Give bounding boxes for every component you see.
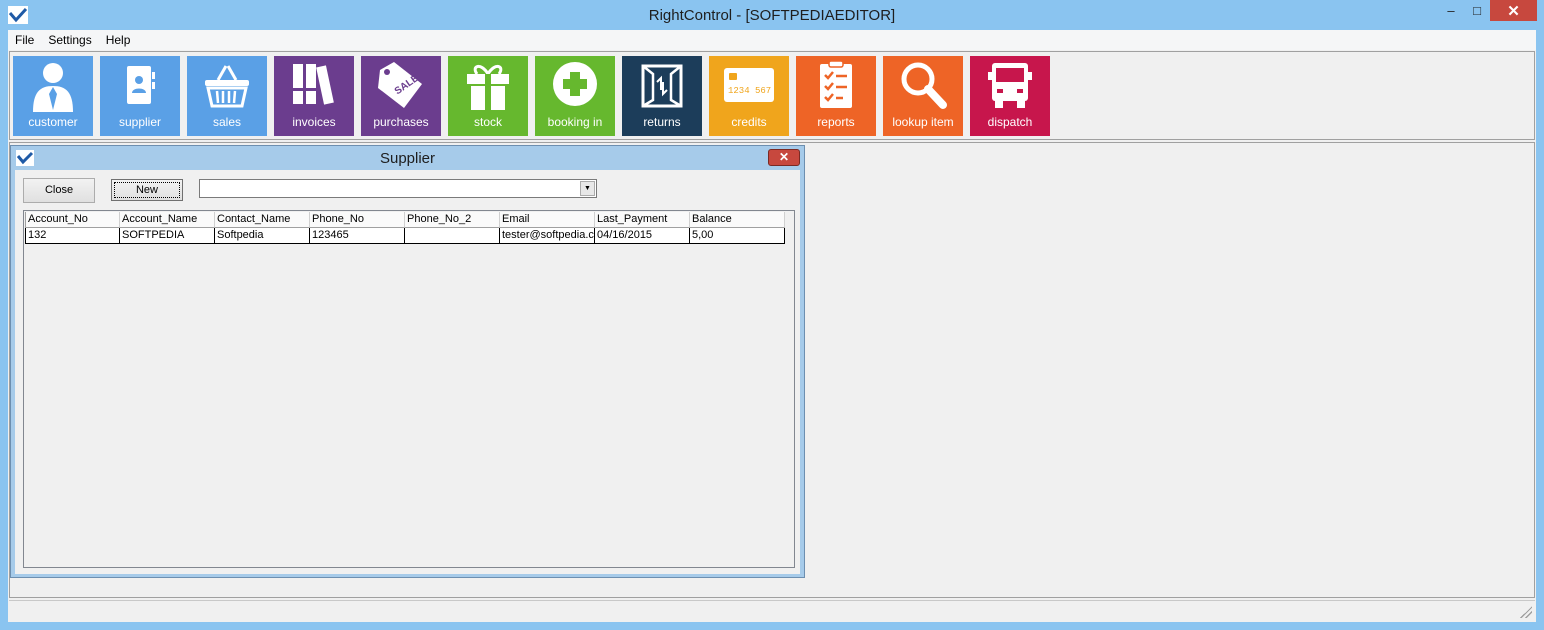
- chevron-down-icon[interactable]: ▼: [580, 181, 595, 196]
- purchases-button[interactable]: SALE purchases: [361, 56, 441, 136]
- box-icon: [641, 64, 683, 108]
- menu-bar: File Settings Help: [8, 30, 1536, 50]
- tile-label: supplier: [118, 115, 162, 129]
- column-header[interactable]: Last_Payment: [595, 212, 690, 228]
- column-header[interactable]: Phone_No: [310, 212, 405, 228]
- window-title: RightControl - [SOFTPEDIAEDITOR]: [648, 7, 896, 24]
- checklist-icon: [820, 60, 852, 108]
- tile-label: booking in: [547, 115, 603, 129]
- stock-button[interactable]: stock: [448, 56, 528, 136]
- new-button[interactable]: New: [111, 179, 183, 201]
- credit-card-icon: 1234 567: [724, 68, 774, 102]
- table-cell[interactable]: 123465: [310, 228, 405, 244]
- supplier-title-bar[interactable]: Supplier ✕: [11, 146, 804, 170]
- plus-circle-icon: [553, 62, 597, 106]
- truck-icon: [988, 63, 1032, 108]
- column-header[interactable]: Account_Name: [120, 212, 215, 228]
- tile-label: credits: [731, 115, 767, 129]
- table-cell[interactable]: SOFTPEDIA: [120, 228, 215, 244]
- tile-label: lookup item: [892, 115, 954, 129]
- tile-label: dispatch: [987, 115, 1033, 129]
- supplier-client: Close New ▼ Account_No Account_Name Cont…: [15, 170, 800, 574]
- close-icon[interactable]: ✕: [1490, 0, 1537, 21]
- table-cell[interactable]: 04/16/2015: [595, 228, 690, 244]
- tile-label: invoices: [292, 115, 336, 129]
- tile-toolbar: customer supplier sales invoices SALE pu…: [9, 51, 1535, 140]
- tile-label: stock: [473, 115, 502, 129]
- customer-button[interactable]: customer: [13, 56, 93, 136]
- menu-help[interactable]: Help: [99, 30, 138, 50]
- minimize-icon[interactable]: –: [1438, 0, 1464, 21]
- maximize-icon[interactable]: □: [1464, 0, 1490, 21]
- supplier-window: Supplier ✕ Close New ▼ Account_No Accoun…: [10, 145, 805, 578]
- table-cell[interactable]: Softpedia: [215, 228, 310, 244]
- tile-label: customer: [28, 115, 78, 129]
- magnifier-icon: [901, 62, 947, 109]
- binders-icon: [293, 64, 334, 105]
- basket-icon: [205, 65, 249, 108]
- status-bar: [9, 600, 1535, 621]
- person-icon: [33, 63, 73, 112]
- svg-text:1234 567: 1234 567: [728, 86, 771, 96]
- credits-button[interactable]: 1234 567 credits: [709, 56, 789, 136]
- close-icon[interactable]: ✕: [768, 149, 800, 166]
- booking-in-button[interactable]: booking in: [535, 56, 615, 136]
- menu-file[interactable]: File: [8, 30, 41, 50]
- tile-label: reports: [817, 115, 855, 129]
- menu-settings[interactable]: Settings: [41, 30, 98, 50]
- supplier-title: Supplier: [379, 150, 436, 167]
- filter-combobox[interactable]: ▼: [199, 179, 597, 198]
- column-header[interactable]: Balance: [690, 212, 785, 228]
- table-cell[interactable]: tester@softpedia.com: [500, 228, 595, 244]
- table-cell[interactable]: 5,00: [690, 228, 785, 244]
- contacts-book-icon: [127, 66, 155, 104]
- dispatch-button[interactable]: dispatch: [970, 56, 1050, 136]
- resize-grip-icon[interactable]: [1520, 606, 1532, 618]
- tile-label: purchases: [373, 115, 429, 129]
- lookup-item-button[interactable]: lookup item: [883, 56, 963, 136]
- supplier-button[interactable]: supplier: [100, 56, 180, 136]
- title-bar[interactable]: RightControl - [SOFTPEDIAEDITOR] – □ ✕: [0, 0, 1544, 30]
- table-cell[interactable]: [405, 228, 500, 244]
- tile-label: returns: [643, 115, 681, 129]
- close-button[interactable]: Close: [23, 178, 95, 203]
- grid-header-row: Account_No Account_Name Contact_Name Pho…: [25, 212, 785, 228]
- table-row[interactable]: 132 SOFTPEDIA Softpedia 123465 tester@so…: [25, 228, 785, 244]
- column-header[interactable]: Email: [500, 212, 595, 228]
- column-header[interactable]: Phone_No_2: [405, 212, 500, 228]
- sales-button[interactable]: sales: [187, 56, 267, 136]
- supplier-grid: Account_No Account_Name Contact_Name Pho…: [23, 210, 795, 568]
- sale-tag-icon: SALE: [378, 62, 422, 108]
- returns-button[interactable]: returns: [622, 56, 702, 136]
- reports-button[interactable]: reports: [796, 56, 876, 136]
- column-header[interactable]: Account_No: [25, 212, 120, 228]
- tile-label: sales: [212, 115, 241, 129]
- column-header[interactable]: Contact_Name: [215, 212, 310, 228]
- gift-icon: [467, 65, 509, 110]
- table-cell[interactable]: 132: [25, 228, 120, 244]
- invoices-button[interactable]: invoices: [274, 56, 354, 136]
